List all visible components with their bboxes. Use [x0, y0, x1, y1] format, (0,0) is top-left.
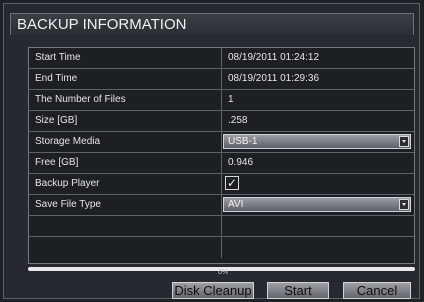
backup-player-cell: ✓ — [222, 174, 414, 194]
num-files-label: The Number of Files — [29, 90, 222, 110]
end-time-value: 08/19/2011 01:29:36 — [228, 73, 320, 84]
table-row: Free [GB] 0.946 — [29, 153, 414, 174]
start-button[interactable]: Start — [267, 282, 329, 299]
table-row: Save File Type AVI — [29, 195, 414, 216]
disk-cleanup-button[interactable]: Disk Cleanup — [172, 282, 254, 299]
cancel-button[interactable]: Cancel — [343, 282, 411, 299]
storage-media-select[interactable]: USB-1 — [223, 134, 411, 149]
size-label: Size [GB] — [29, 111, 222, 131]
empty-cell — [222, 216, 414, 236]
start-time-label: Start Time — [29, 48, 222, 68]
table-row: Backup Player ✓ — [29, 174, 414, 195]
table-row: Size [GB] .258 — [29, 111, 414, 132]
progress-percent: 0% — [217, 269, 229, 276]
storage-media-value: USB-1 — [228, 136, 258, 147]
dialog-title: BACKUP INFORMATION — [10, 13, 414, 35]
table-row: End Time 08/19/2011 01:29:36 — [29, 69, 414, 90]
chevron-down-icon[interactable] — [399, 136, 409, 147]
free-value: 0.946 — [228, 157, 254, 168]
save-file-type-label: Save File Type — [29, 195, 222, 215]
check-icon: ✓ — [226, 176, 238, 190]
storage-media-cell: USB-1 — [222, 132, 414, 152]
start-time-value: 08/19/2011 01:24:12 — [228, 52, 320, 63]
empty-cell — [222, 237, 414, 258]
save-file-type-select[interactable]: AVI — [223, 197, 411, 212]
table-row: Start Time 08/19/2011 01:24:12 — [29, 48, 414, 69]
save-file-type-cell: AVI — [222, 195, 414, 215]
table-row: Storage Media USB-1 — [29, 132, 414, 153]
empty-cell — [29, 237, 222, 258]
save-file-type-value: AVI — [228, 199, 244, 210]
backup-player-label: Backup Player — [29, 174, 222, 194]
table-row: The Number of Files 1 — [29, 90, 414, 111]
free-label: Free [GB] — [29, 153, 222, 173]
backup-info-table: Start Time 08/19/2011 01:24:12 End Time … — [28, 47, 415, 264]
storage-media-label: Storage Media — [29, 132, 222, 152]
empty-cell — [29, 216, 222, 236]
chevron-down-icon[interactable] — [399, 199, 409, 210]
table-row — [29, 216, 414, 237]
backup-player-checkbox[interactable]: ✓ — [225, 176, 239, 190]
end-time-label: End Time — [29, 69, 222, 89]
table-row — [29, 237, 414, 258]
size-value: .258 — [228, 115, 248, 126]
num-files-value: 1 — [228, 94, 234, 105]
